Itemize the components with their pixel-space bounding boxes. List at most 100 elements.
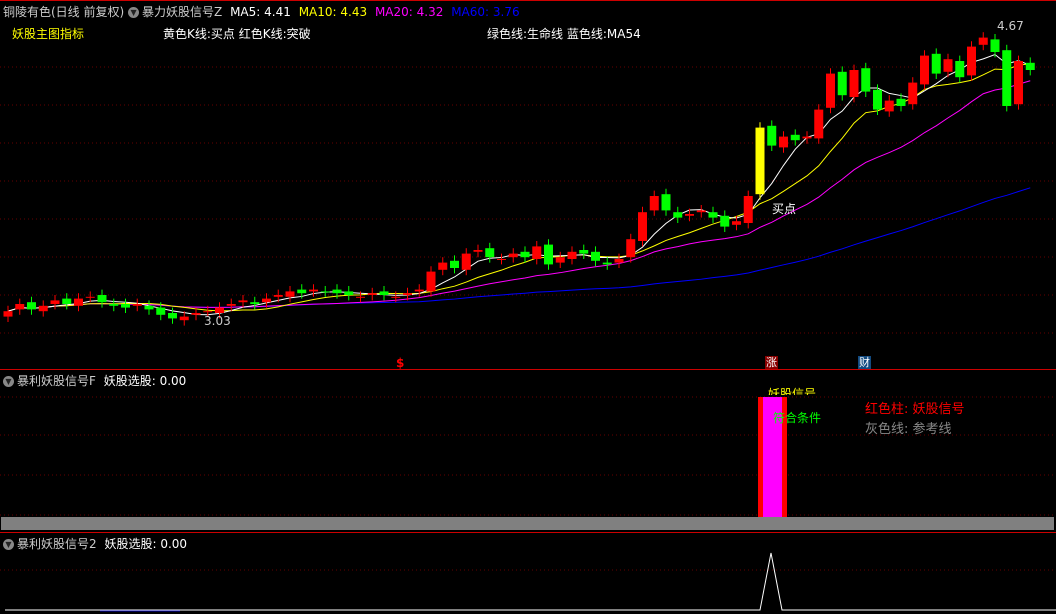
candle-body <box>579 250 589 254</box>
candle-body <box>908 82 918 105</box>
candle-body <box>849 70 859 97</box>
candle-body <box>27 302 36 310</box>
candle-body <box>790 134 800 141</box>
candle-body <box>414 289 424 292</box>
candle-body <box>955 61 965 78</box>
candle-body <box>485 248 495 258</box>
ma60-line <box>7 187 1031 312</box>
high-price-label: 4.67 <box>997 19 1024 33</box>
candle-body <box>567 251 577 259</box>
candle-body <box>309 289 318 292</box>
candle-body <box>473 250 483 252</box>
candle-body <box>356 296 365 298</box>
candle-body <box>826 73 835 108</box>
candle-body <box>85 296 95 298</box>
finance-marker[interactable]: 财 <box>858 356 871 369</box>
dollar-marker[interactable]: $ <box>396 356 404 370</box>
candle-body <box>873 89 882 110</box>
candle-body <box>379 291 389 295</box>
candle-body <box>943 59 953 72</box>
candle-body <box>591 251 600 261</box>
candle-body <box>262 298 271 303</box>
condition-label: 符合条件 <box>773 411 822 425</box>
panel3-header: ▼ 暴利妖股信号2 妖股选股: 0.00 <box>3 535 187 552</box>
candle-body <box>696 210 706 213</box>
panel-divider <box>0 532 1056 533</box>
limit-up-marker[interactable]: 涨 <box>765 356 778 369</box>
price-chart[interactable] <box>0 0 1056 614</box>
signal-line <box>5 552 1056 611</box>
candle-body <box>814 109 824 139</box>
candle-body <box>520 251 530 258</box>
signal-label-clipped: 妖股信号 <box>768 387 817 395</box>
panel2-menu-icon[interactable]: ▼ <box>3 376 14 387</box>
candle-body <box>191 313 201 315</box>
candle-body <box>132 304 142 306</box>
candle-body <box>332 289 342 294</box>
candle-body <box>1002 50 1012 106</box>
candle-body <box>215 307 224 313</box>
candle-body <box>720 215 730 227</box>
buy-point-label: 买点 <box>772 202 797 216</box>
candle-body <box>508 253 518 258</box>
candle-body <box>273 295 283 297</box>
candle-body <box>920 55 929 85</box>
panel3-menu-icon[interactable]: ▼ <box>3 539 14 550</box>
candle-body <box>50 300 60 304</box>
candle-body <box>320 291 330 293</box>
candle-body <box>602 262 612 265</box>
panel3-title[interactable]: 暴利妖股信号2 <box>17 537 97 551</box>
candle-body <box>1014 61 1023 105</box>
candle-body <box>367 293 377 295</box>
candle-body <box>403 293 412 295</box>
candle-body <box>732 221 741 225</box>
candle-body <box>532 246 542 259</box>
candle-body <box>649 196 659 211</box>
candle-body <box>497 259 506 260</box>
candle-body <box>884 100 894 112</box>
candle-body <box>708 212 718 218</box>
panel2-title[interactable]: 暴利妖股信号F <box>17 374 96 388</box>
candle-body <box>203 311 213 313</box>
candle-body <box>896 98 906 106</box>
candle-body <box>344 291 354 295</box>
candle-body <box>391 296 401 298</box>
panel3-value: 妖股选股: 0.00 <box>104 537 188 551</box>
gray-line-legend: 灰色线: 参考线 <box>865 422 952 437</box>
candle-body <box>967 46 976 76</box>
candle-body <box>638 212 647 241</box>
candle-body <box>673 212 683 218</box>
candle-body <box>767 125 777 146</box>
candle-body <box>861 68 871 92</box>
candle-body <box>179 316 189 321</box>
candle-body <box>450 260 459 268</box>
candle-body <box>743 196 753 223</box>
candle-body <box>109 304 119 306</box>
red-bar-legend: 红色柱: 妖股信号 <box>865 402 965 417</box>
candle-body <box>156 307 166 315</box>
candle-body <box>3 311 13 317</box>
low-price-label: 3.03 <box>204 314 231 328</box>
panel-divider <box>0 369 1056 370</box>
candle-body <box>121 304 130 308</box>
candle-body <box>614 259 624 263</box>
candle-body <box>555 257 565 263</box>
candle-body <box>38 305 48 312</box>
candle-body <box>779 136 788 148</box>
candle-body <box>685 214 694 216</box>
candle-body <box>438 262 448 270</box>
panel2-header: ▼ 暴利妖股信号F 妖股选股: 0.00 <box>3 372 186 389</box>
candle-body <box>144 305 154 310</box>
candle-body <box>931 53 941 74</box>
candle-body <box>626 239 636 258</box>
candle-body <box>285 291 295 297</box>
candle-body <box>978 37 988 45</box>
panel2-value: 妖股选股: 0.00 <box>103 374 187 388</box>
candle-body <box>426 271 436 292</box>
candle-body <box>1025 62 1035 70</box>
ma20-line <box>7 80 1031 312</box>
candle-body <box>97 295 107 303</box>
candle-body <box>238 300 248 303</box>
candle-body <box>62 298 72 304</box>
candle-body <box>755 127 765 195</box>
